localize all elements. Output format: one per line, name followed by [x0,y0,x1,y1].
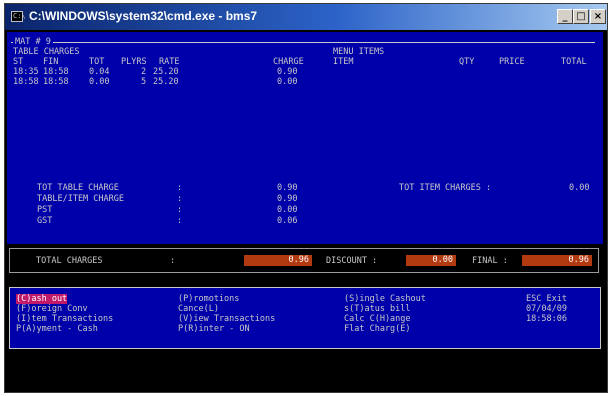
row-st: 18:58 [13,77,39,87]
summary-sep: : [177,216,183,226]
header-plyrs: PLYRS [121,57,147,67]
discount-value: 0.00 [406,255,456,266]
tot-item-charges-value: 0.00 [569,183,590,193]
menu-status-bill[interactable]: s(T)atus bill [344,304,411,314]
row-fin: 18:58 [43,67,69,77]
final-label: FINAL : [472,256,508,266]
minimize-button[interactable]: _ [557,9,573,24]
row-rate: 25.20 [153,77,179,87]
header-tot: TOT [89,57,105,67]
panel-frame-line [11,42,595,43]
charges-panel: MAT # 9 TABLE CHARGES MENU ITEMS ST FIN … [7,32,603,244]
row-rate: 25.20 [153,67,179,77]
summary-label: TOT TABLE CHARGE [37,183,119,193]
summary-sep: : [177,183,183,193]
summary-value: 0.00 [277,205,298,215]
menu-date: 07/04/09 [526,304,567,314]
menu-single-cashout[interactable]: (S)ingle Cashout [344,294,426,304]
row-plyrs: 2 [141,67,147,77]
row-charge: 0.90 [277,67,298,77]
total-charges-label: TOTAL CHARGES [36,256,103,266]
maximize-button[interactable]: □ [573,9,589,24]
table-charges-label: TABLE CHARGES [13,47,80,57]
menu-time: 18:58:06 [526,314,567,324]
summary-label: TABLE/ITEM CHARGE [37,194,124,204]
menu-cancel[interactable]: Cance(L) [178,304,219,314]
header-st: ST [13,57,24,67]
console-icon-text: C:\ [13,12,26,20]
window-title: C:\WINDOWS\system32\cmd.exe - bms7 [29,9,258,23]
discount-label: DISCOUNT : [326,256,378,266]
header-charge: CHARGE [273,57,304,67]
total-charges-value: 0.96 [244,255,312,266]
summary-label: GST [37,216,53,226]
totals-bar: TOTAL CHARGES : 0.96 DISCOUNT : 0.00 FIN… [9,248,599,273]
summary-value: 0.90 [277,194,298,204]
mat-label: MAT # 9 [13,37,53,47]
row-st: 18:35 [13,67,39,77]
header-total: TOTAL [561,57,587,67]
menu-promotions[interactable]: (P)romotions [178,294,239,304]
command-menu: (C)ash out (F)oreign Conv (I)tem Transac… [9,287,601,349]
menu-cash-out[interactable]: (C)ash out [16,294,68,304]
summary-sep: : [177,194,183,204]
tot-item-charges-label: TOT ITEM CHARGES : [399,183,492,193]
summary-sep: : [177,205,183,215]
row-tot: 0.00 [89,77,110,87]
row-tot: 0.04 [89,67,110,77]
menu-item-transactions[interactable]: (I)tem Transactions [16,314,113,324]
header-rate: RATE [159,57,180,67]
summary-value: 0.90 [277,183,298,193]
console-icon: C:\ [11,11,26,22]
menu-printer[interactable]: P(R)inter - ON [178,324,250,334]
menu-foreign-conv[interactable]: (F)oreign Conv [16,304,88,314]
menu-view-transactions[interactable]: (V)iew Transactions [178,314,275,324]
total-charges-sep: : [170,256,176,266]
final-value: 0.96 [522,255,592,266]
menu-items-label: MENU ITEMS [333,47,385,57]
menu-calc-change[interactable]: Calc C(H)ange [344,314,411,324]
header-qty: QTY [459,57,475,67]
header-item: ITEM [333,57,354,67]
menu-flat-charge[interactable]: Flat Charg(E) [344,324,411,334]
row-plyrs: 5 [141,77,147,87]
title-bar[interactable]: C:\ C:\WINDOWS\system32\cmd.exe - bms7 _… [5,4,607,30]
row-fin: 18:58 [43,77,69,87]
menu-esc-exit[interactable]: ESC Exit [526,294,567,304]
close-button[interactable]: × [590,9,606,24]
menu-payment-cash[interactable]: P(A)yment - Cash [16,324,98,334]
row-charge: 0.00 [277,77,298,87]
summary-label: PST [37,205,53,215]
console-window: C:\ C:\WINDOWS\system32\cmd.exe - bms7 _… [4,3,608,393]
header-price: PRICE [499,57,525,67]
header-fin: FIN [43,57,59,67]
summary-value: 0.06 [277,216,298,226]
